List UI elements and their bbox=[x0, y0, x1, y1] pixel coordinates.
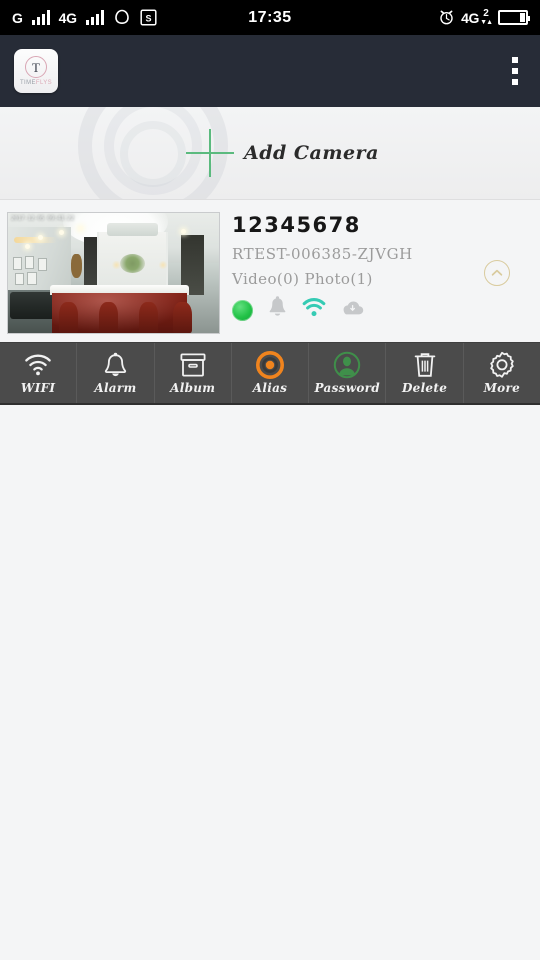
logo-word-dark: TIME bbox=[19, 80, 36, 86]
action-wifi[interactable]: WIFI bbox=[0, 343, 78, 403]
camera-action-toolbar: WIFI Alarm Album Alias Password Delete M… bbox=[0, 342, 540, 405]
add-camera-label: Add Camera bbox=[244, 142, 379, 164]
status-bar-right: 4G 2 ▼▲ bbox=[438, 0, 530, 35]
data-traffic-arrows-icon: ▼▲ bbox=[480, 19, 493, 26]
plus-icon[interactable] bbox=[186, 129, 234, 177]
network-right-sub-group: 2 ▼▲ bbox=[480, 8, 493, 27]
action-more[interactable]: More bbox=[464, 343, 540, 403]
status-bar-left: G 4G S bbox=[12, 9, 157, 26]
network-sim-index: 2 bbox=[483, 8, 489, 19]
app-root: G 4G S 17:35 4G 2 ▼▲ T TIMEFLYS Add Came… bbox=[0, 0, 540, 960]
background-watermark-arc-inner bbox=[120, 121, 186, 187]
wifi-icon bbox=[24, 351, 52, 379]
camera-list-item[interactable]: 2017-12-05 09:41:22 12345678 RTEST-00638… bbox=[0, 200, 540, 342]
camera-status-icons bbox=[232, 296, 540, 324]
album-box-icon bbox=[179, 351, 207, 379]
add-camera-content: Add Camera bbox=[186, 129, 379, 177]
timeflys-logo-icon[interactable]: T TIMEFLYS bbox=[14, 49, 58, 93]
action-alarm-label: Alarm bbox=[94, 381, 137, 395]
alarm-clock-icon bbox=[438, 9, 455, 26]
network-right-group: 4G 2 ▼▲ bbox=[461, 8, 493, 27]
bell-icon bbox=[103, 351, 128, 379]
status-bar-clock: 17:35 bbox=[248, 8, 292, 26]
online-status-dot[interactable] bbox=[232, 299, 253, 321]
bell-icon[interactable] bbox=[267, 296, 288, 324]
action-password[interactable]: Password bbox=[309, 343, 387, 403]
cloud-icon[interactable] bbox=[340, 298, 365, 322]
logo-letter: T bbox=[25, 56, 47, 78]
carrier-g-label: G bbox=[12, 9, 23, 26]
user-circle-icon bbox=[333, 351, 361, 379]
app-header: T TIMEFLYS bbox=[0, 35, 540, 107]
record-target-icon bbox=[255, 351, 284, 379]
overflow-menu-icon[interactable] bbox=[508, 53, 522, 89]
signal-bars-sim1-icon bbox=[31, 10, 50, 25]
network-right-label: 4G bbox=[461, 9, 480, 26]
battery-icon bbox=[498, 10, 530, 25]
thumbnail-timestamp-overlay: 2017-12-05 09:41:22 bbox=[11, 215, 74, 222]
gear-icon bbox=[488, 351, 516, 379]
camera-list: 2017-12-05 09:41:22 12345678 RTEST-00638… bbox=[0, 200, 540, 405]
action-delete[interactable]: Delete bbox=[386, 343, 464, 403]
empty-content-area bbox=[0, 418, 540, 960]
add-camera-row[interactable]: Add Camera bbox=[0, 107, 540, 200]
action-password-label: Password bbox=[314, 381, 380, 395]
camera-name: 12345678 bbox=[232, 213, 361, 237]
s-badge-icon: S bbox=[140, 9, 157, 26]
cloud-signal-icon bbox=[113, 9, 131, 26]
network-type-label: 4G bbox=[58, 9, 77, 26]
action-delete-label: Delete bbox=[401, 381, 448, 395]
action-alias[interactable]: Alias bbox=[232, 343, 310, 403]
status-bar: G 4G S 17:35 4G 2 ▼▲ bbox=[0, 0, 540, 35]
action-album[interactable]: Album bbox=[155, 343, 232, 403]
svg-text:S: S bbox=[145, 13, 151, 23]
logo-wordmark: TIMEFLYS bbox=[20, 80, 52, 86]
action-album-label: Album bbox=[170, 381, 216, 395]
action-more-label: More bbox=[483, 381, 521, 395]
logo-word-pink: FLYS bbox=[35, 80, 53, 86]
action-alias-label: Alias bbox=[252, 381, 288, 395]
wifi-icon[interactable] bbox=[302, 298, 326, 322]
trash-icon bbox=[413, 351, 437, 379]
camera-thumbnail[interactable]: 2017-12-05 09:41:22 bbox=[7, 212, 220, 334]
action-wifi-label: WIFI bbox=[20, 381, 56, 395]
signal-bars-sim2-icon bbox=[85, 10, 104, 25]
chevron-up-icon[interactable] bbox=[484, 260, 510, 286]
action-alarm[interactable]: Alarm bbox=[77, 343, 155, 403]
